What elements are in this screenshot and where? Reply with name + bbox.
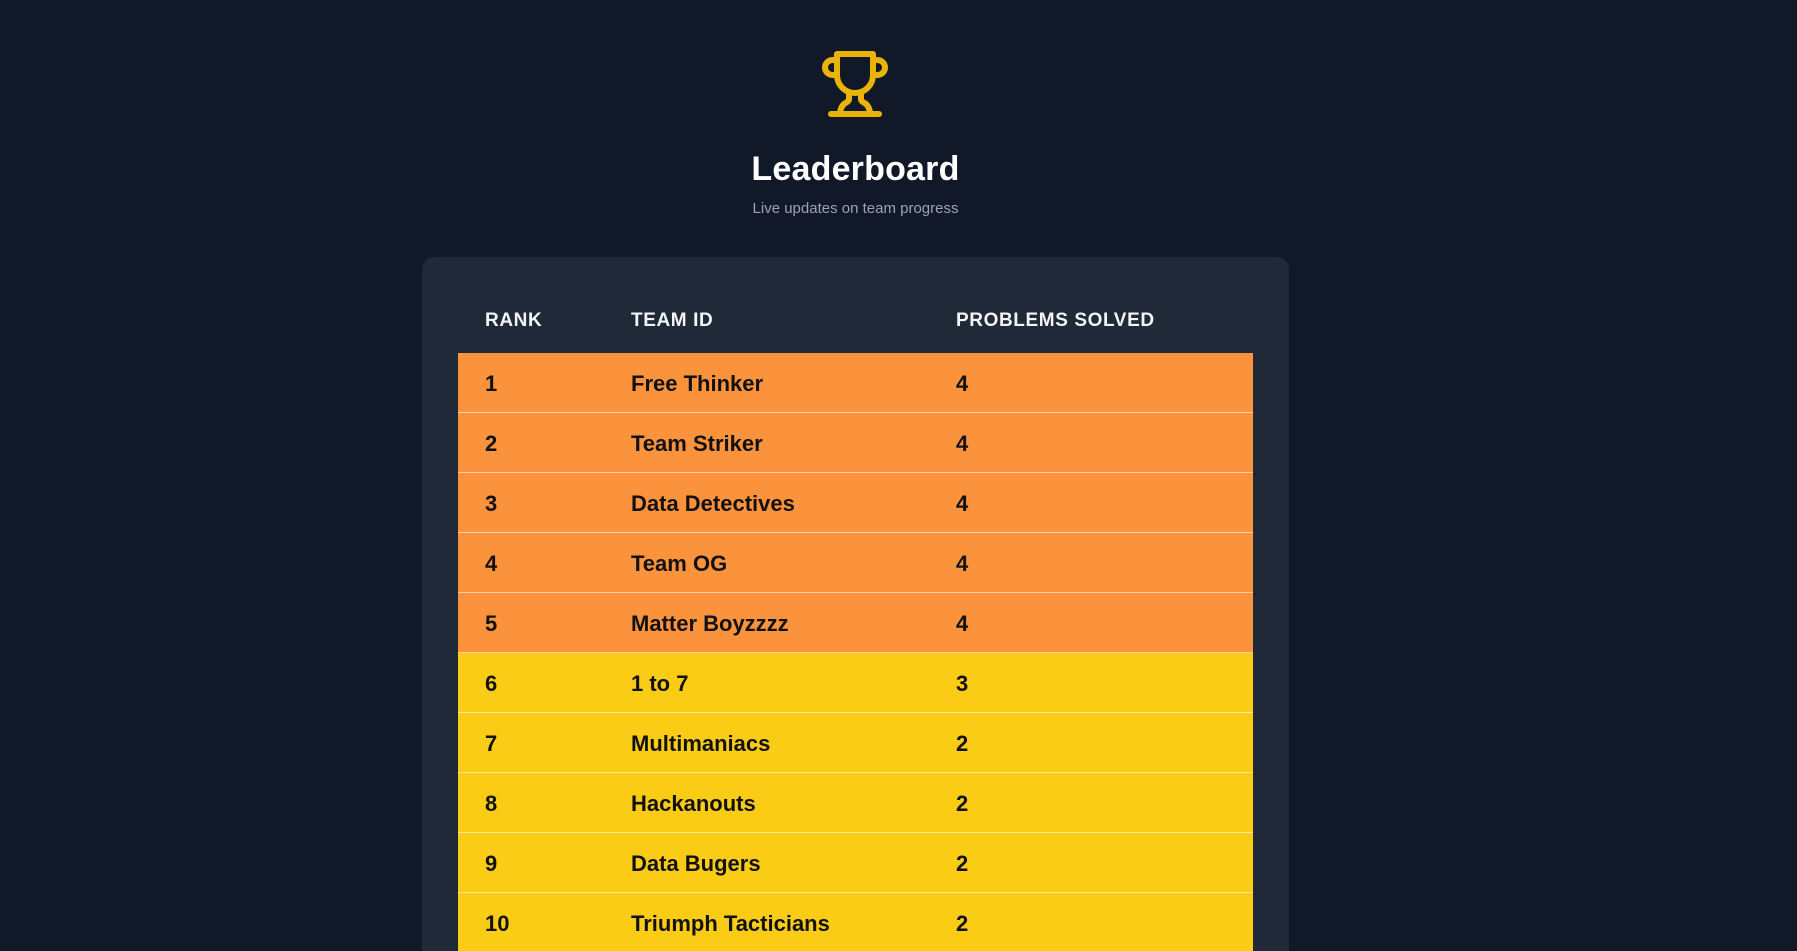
leaderboard-page: Leaderboard Live updates on team progres… xyxy=(0,0,1797,951)
table-row: 4 Team OG 4 xyxy=(458,533,1253,593)
solved-cell: 2 xyxy=(956,911,969,936)
team-cell: Team Striker xyxy=(631,431,763,456)
team-cell: Data Bugers xyxy=(631,851,761,876)
rank-cell: 10 xyxy=(485,911,510,936)
rank-cell: 4 xyxy=(485,551,498,576)
team-cell: Matter Boyzzzz xyxy=(631,611,789,636)
table-row: 5 Matter Boyzzzz 4 xyxy=(458,593,1253,653)
table-row: 8 Hackanouts 2 xyxy=(458,773,1253,833)
page-subtitle: Live updates on team progress xyxy=(752,200,959,217)
team-cell: Team OG xyxy=(631,551,728,576)
column-header-rank: RANK xyxy=(485,310,543,331)
trophy-icon xyxy=(822,51,888,117)
column-header-team-id: TEAM ID xyxy=(631,310,714,331)
solved-cell: 4 xyxy=(956,551,969,576)
table-row: 6 1 to 7 3 xyxy=(458,653,1253,713)
table-header: RANK TEAM ID PROBLEMS SOLVED xyxy=(458,296,1253,352)
team-cell: Multimaniacs xyxy=(631,731,771,756)
team-cell: Hackanouts xyxy=(631,791,756,816)
team-cell: 1 to 7 xyxy=(631,671,689,696)
table-row: 7 Multimaniacs 2 xyxy=(458,713,1253,773)
solved-cell: 4 xyxy=(956,611,969,636)
solved-cell: 2 xyxy=(956,851,969,876)
rank-cell: 6 xyxy=(485,671,498,696)
team-cell: Data Detectives xyxy=(631,491,795,516)
table-row: 10 Triumph Tacticians 2 xyxy=(458,893,1253,951)
rank-cell: 2 xyxy=(485,431,498,456)
rank-cell: 1 xyxy=(485,371,498,396)
solved-cell: 4 xyxy=(956,491,969,516)
solved-cell: 4 xyxy=(956,371,969,396)
column-header-problems-solved: PROBLEMS SOLVED xyxy=(956,310,1155,331)
rank-cell: 3 xyxy=(485,491,498,516)
solved-cell: 2 xyxy=(956,731,969,756)
rank-cell: 9 xyxy=(485,851,498,876)
table-row: 1 Free Thinker 4 xyxy=(458,353,1253,413)
table-row: 2 Team Striker 4 xyxy=(458,413,1253,473)
table-row: 9 Data Bugers 2 xyxy=(458,833,1253,893)
solved-cell: 2 xyxy=(956,791,969,816)
table-row: 3 Data Detectives 4 xyxy=(458,473,1253,533)
rank-cell: 8 xyxy=(485,791,498,816)
solved-cell: 3 xyxy=(956,671,969,696)
team-cell: Free Thinker xyxy=(631,371,764,396)
rank-cell: 7 xyxy=(485,731,498,756)
page-title: Leaderboard xyxy=(751,150,960,188)
solved-cell: 4 xyxy=(956,431,969,456)
rank-cell: 5 xyxy=(485,611,498,636)
table-body: 1 Free Thinker 4 2 Team Striker 4 3 Data… xyxy=(458,353,1253,951)
team-cell: Triumph Tacticians xyxy=(631,911,830,936)
